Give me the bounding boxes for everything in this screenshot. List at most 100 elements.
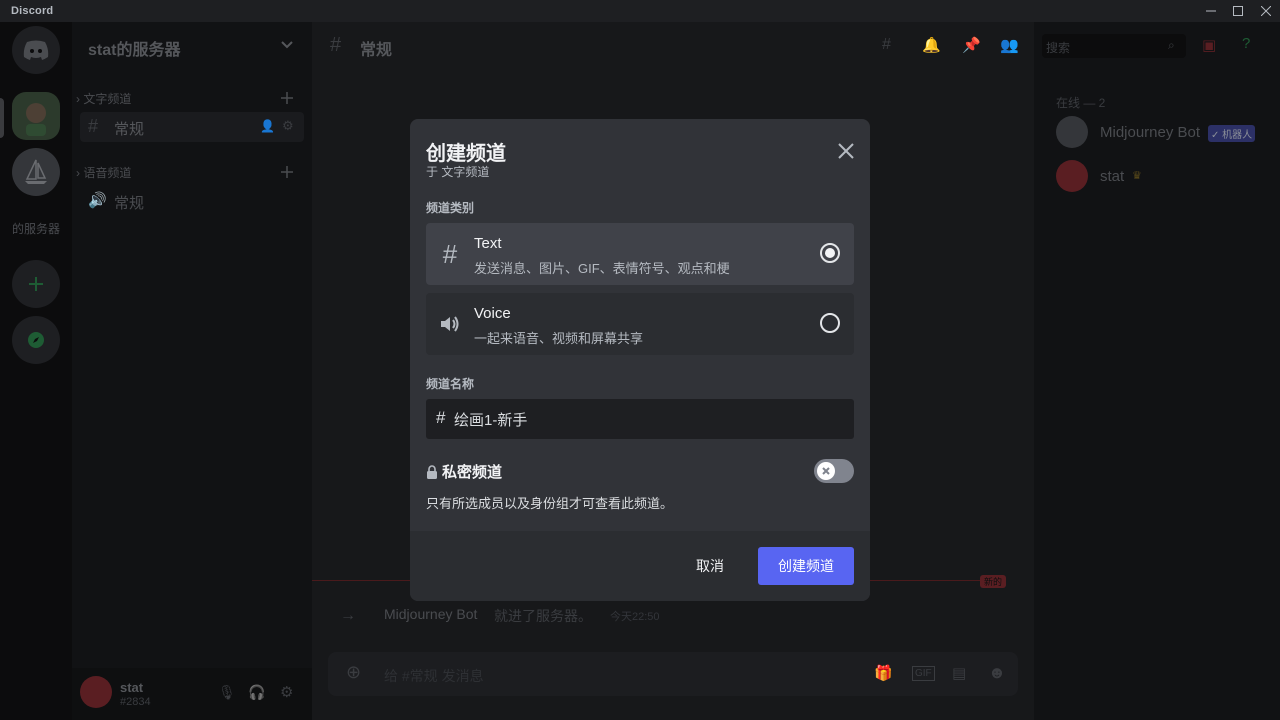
radio-text-selected[interactable]	[820, 243, 840, 263]
gif-icon[interactable]: GIF	[912, 666, 935, 681]
voice-category-header[interactable]: › 语音频道	[76, 164, 131, 181]
user-avatar[interactable]	[80, 676, 112, 708]
search-icon: ⌕	[1168, 38, 1175, 52]
pin-icon[interactable]: 📌	[962, 36, 981, 54]
toggle-knob	[817, 462, 835, 480]
header-hash-icon: #	[330, 34, 342, 56]
user-panel: stat #2834 🎙 🎧 ⚙	[72, 668, 312, 720]
option-desc: 一起来语音、视频和屏幕共享	[474, 331, 644, 346]
member-avatar-midjourney[interactable]	[1056, 116, 1088, 148]
server-name[interactable]: stat的服务器	[88, 36, 180, 60]
text-category-header[interactable]: › 文字频道	[76, 90, 131, 107]
speaker-icon	[438, 310, 462, 338]
avatar-icon	[26, 103, 46, 136]
radio-dot	[825, 248, 835, 258]
channel-name-input[interactable]	[454, 405, 844, 433]
hash-icon: #	[88, 116, 99, 136]
search-box[interactable]: 搜索 ⌕	[1042, 34, 1186, 58]
option-name: Voice	[474, 305, 511, 322]
channel-name-label: 频道名称	[426, 377, 475, 391]
sticker-icon[interactable]: ▤	[952, 664, 966, 682]
channel-name-field: #	[426, 399, 854, 439]
join-time: 今天22:50	[610, 611, 660, 623]
server-name-clipped: 的服务器	[12, 222, 61, 236]
sailboat-icon	[25, 159, 47, 184]
message-input[interactable]: ⊕ 给 #常规 发消息 🎁 GIF ▤ ☻	[328, 652, 1018, 696]
lock-icon	[427, 464, 437, 479]
member-name[interactable]: stat	[1100, 168, 1124, 185]
create-channel-modal: 创建频道 于 文字频道 频道类别 # Text 发送消息、图片、GIF、表情符号…	[410, 119, 870, 601]
minimize-button[interactable]	[1197, 0, 1225, 22]
channel-item-voice-general[interactable]: 🔊 常规	[80, 186, 304, 216]
active-server-pill	[0, 98, 4, 138]
maximize-icon	[1233, 6, 1243, 16]
private-channel-desc: 只有所选成员以及身份组才可查看此频道。	[426, 496, 674, 511]
channel-type-text-option[interactable]: # Text 发送消息、图片、GIF、表情符号、观点和梗	[426, 223, 854, 285]
text-category-label: 文字频道	[83, 92, 132, 106]
minimize-icon	[1206, 10, 1216, 12]
bell-icon[interactable]: 🔔	[922, 36, 941, 54]
server-avatar-stat[interactable]	[12, 92, 60, 140]
server-avatar-midjourney[interactable]	[12, 148, 60, 196]
hash-prefix-icon: #	[436, 408, 446, 427]
channel-type-label: 频道类别	[426, 201, 475, 215]
member-name[interactable]: Midjourney Bot	[1100, 124, 1200, 141]
channel-item-text-general[interactable]: # 常规 👤 ⚙	[80, 112, 304, 142]
voice-category-label: 语音频道	[83, 166, 132, 180]
member-list-icon[interactable]: 👥	[1000, 36, 1019, 54]
chevron-down-icon[interactable]	[280, 40, 294, 50]
channel-sidebar: stat的服务器 › 文字频道 # 常规 👤 ⚙ › 语音频道 🔊 常规 sta…	[72, 22, 312, 720]
discord-logo-icon	[23, 40, 49, 60]
option-desc: 发送消息、图片、GIF、表情符号、观点和梗	[474, 261, 730, 276]
create-channel-button[interactable]: 创建频道	[758, 547, 854, 585]
private-channel-label: 私密频道	[442, 464, 503, 481]
header-channel-name: 常规	[360, 42, 393, 59]
hash-icon: #	[442, 239, 458, 269]
radio-voice[interactable]	[820, 313, 840, 333]
message-placeholder: 给 #常规 发消息	[384, 668, 484, 684]
user-name: stat	[120, 680, 144, 695]
add-server-button[interactable]	[12, 260, 60, 308]
inbox-icon[interactable]: ▣	[1202, 36, 1216, 54]
headphones-icon[interactable]: 🎧	[248, 684, 265, 701]
private-channel-toggle[interactable]	[814, 459, 854, 483]
maximize-button[interactable]	[1224, 0, 1252, 22]
gear-icon[interactable]: ⚙	[282, 118, 294, 134]
option-name: Text	[474, 235, 502, 252]
x-icon	[822, 467, 830, 475]
user-settings-icon[interactable]: ⚙	[280, 683, 293, 701]
app-brand: Discord	[11, 5, 54, 17]
join-arrow-icon: →	[340, 607, 356, 624]
join-text: 就进了服务器。	[494, 608, 592, 624]
add-channel-icon[interactable]	[280, 91, 294, 105]
user-tag: #2834	[120, 696, 151, 708]
close-window-icon	[1261, 6, 1271, 16]
modal-subtitle: 于 文字频道	[426, 165, 490, 179]
attach-plus-icon[interactable]: ⊕	[346, 662, 361, 683]
threads-icon[interactable]: #	[882, 36, 891, 54]
microphone-icon[interactable]: 🎙	[218, 684, 236, 701]
cancel-button[interactable]: 取消	[680, 547, 740, 585]
new-badge: 新的	[980, 575, 1007, 588]
modal-close-button[interactable]	[834, 139, 858, 163]
online-heading: 在线 — 2	[1056, 96, 1106, 110]
bot-badge: ✓ 机器人	[1208, 125, 1256, 142]
title-bar: Discord	[0, 0, 1280, 22]
compass-icon	[28, 332, 44, 348]
channel-type-voice-option[interactable]: Voice 一起来语音、视频和屏幕共享	[426, 293, 854, 355]
help-icon[interactable]: ?	[1242, 35, 1250, 52]
member-list: 搜索 ⌕ ▣ ? 在线 — 2 Midjourney Bot ✓ 机器人 sta…	[1034, 22, 1280, 720]
explore-servers-button[interactable]	[12, 316, 60, 364]
gift-icon[interactable]: 🎁	[874, 664, 893, 682]
join-user[interactable]: Midjourney Bot	[384, 606, 477, 622]
add-voice-channel-icon[interactable]	[280, 165, 294, 179]
close-window-button[interactable]	[1252, 0, 1280, 22]
crown-icon: ♛	[1132, 170, 1142, 182]
close-icon	[838, 143, 854, 159]
modal-title: 创建频道	[426, 143, 506, 165]
server-rail: 的服务器	[0, 22, 72, 720]
invite-icon[interactable]: 👤	[260, 119, 275, 133]
member-avatar-stat[interactable]	[1056, 160, 1088, 192]
home-button[interactable]	[12, 26, 60, 74]
emoji-icon[interactable]: ☻	[988, 663, 1006, 683]
